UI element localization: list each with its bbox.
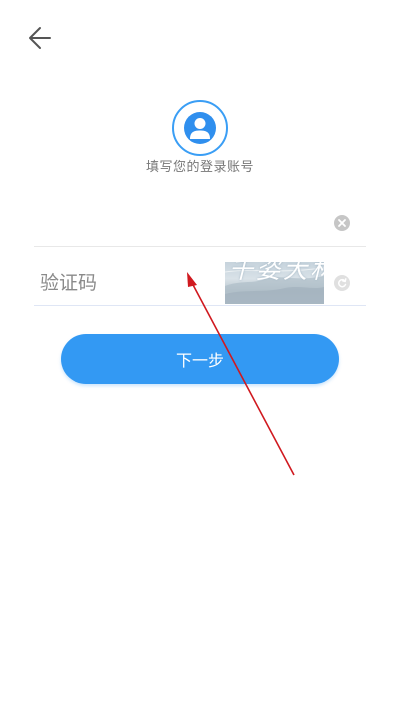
captcha-input[interactable] [34,262,219,304]
login-account-page: 填写您的登录账号 千姿大林 下一步 [0,0,400,711]
captcha-image[interactable]: 千姿大林 [225,262,324,304]
avatar [172,100,228,156]
back-button[interactable] [24,22,56,54]
page-subtitle: 填写您的登录账号 [145,160,254,175]
clear-account-button[interactable] [334,215,350,231]
refresh-icon [338,278,347,288]
arrow-left-icon [29,27,51,49]
account-field-row [34,200,366,247]
clear-circle-x-icon [338,219,346,227]
account-input[interactable] [34,200,314,246]
captcha-text: 千姿大林 [229,262,324,284]
captcha-field-row: 千姿大林 [34,258,366,306]
user-icon [184,112,216,144]
refresh-captcha-button[interactable] [334,275,350,291]
next-button[interactable]: 下一步 [61,334,339,384]
